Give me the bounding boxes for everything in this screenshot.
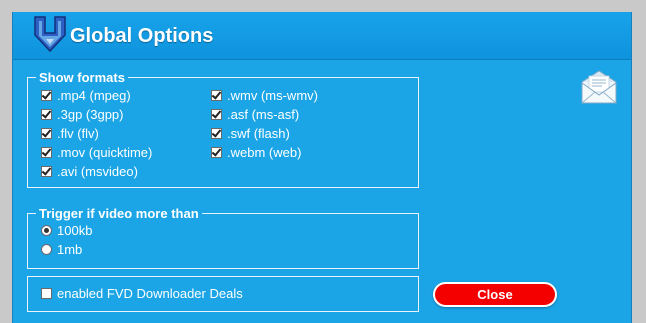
checkbox-box[interactable] (211, 90, 222, 101)
global-options-window: Global Options Show formats .mp4 (mpeg) … (12, 12, 632, 323)
format-label: .avi (msvideo) (57, 164, 138, 179)
format-avi-checkbox[interactable]: .avi (msvideo) (41, 164, 138, 179)
format-wmv-checkbox[interactable]: .wmv (ms-wmv) (211, 88, 318, 103)
format-label: .wmv (ms-wmv) (227, 88, 318, 103)
checkbox-box[interactable] (211, 128, 222, 139)
format-flv-checkbox[interactable]: .flv (flv) (41, 126, 99, 141)
format-webm-checkbox[interactable]: .webm (web) (211, 145, 301, 160)
radio-label: 100kb (57, 223, 93, 238)
checkbox-box[interactable] (41, 288, 52, 299)
title-bar: Global Options (13, 12, 631, 60)
checkbox-box[interactable] (41, 147, 52, 158)
format-label: .swf (flash) (227, 126, 290, 141)
deals-checkbox[interactable]: enabled FVD Downloader Deals (41, 286, 243, 301)
format-label: .flv (flv) (57, 126, 99, 141)
show-formats-legend: Show formats (39, 70, 125, 85)
checkbox-box[interactable] (41, 128, 52, 139)
format-3gp-checkbox[interactable]: .3gp (3gpp) (41, 107, 124, 122)
close-button[interactable]: Close (433, 282, 557, 307)
checkbox-box[interactable] (41, 109, 52, 120)
trigger-1mb-radio[interactable]: 1mb (41, 242, 82, 257)
checkbox-box[interactable] (41, 90, 52, 101)
format-mp4-checkbox[interactable]: .mp4 (mpeg) (41, 88, 131, 103)
trigger-size-legend: Trigger if video more than (39, 206, 199, 221)
checkbox-box[interactable] (211, 109, 222, 120)
download-arrow-icon (31, 15, 69, 55)
format-asf-checkbox[interactable]: .asf (ms-asf) (211, 107, 299, 122)
envelope-icon[interactable] (580, 69, 618, 107)
format-label: .mp4 (mpeg) (57, 88, 131, 103)
format-label: .webm (web) (227, 145, 302, 160)
checkbox-box[interactable] (41, 166, 52, 177)
trigger-100kb-radio[interactable]: 100kb (41, 223, 92, 238)
format-label: .mov (quicktime) (57, 145, 153, 160)
window-title: Global Options (70, 25, 214, 47)
format-swf-checkbox[interactable]: .swf (flash) (211, 126, 290, 141)
radio-button[interactable] (41, 244, 52, 255)
format-label: .asf (ms-asf) (227, 107, 300, 122)
format-mov-checkbox[interactable]: .mov (quicktime) (41, 145, 152, 160)
radio-button[interactable] (41, 225, 52, 236)
deals-label: enabled FVD Downloader Deals (57, 286, 243, 301)
checkbox-box[interactable] (211, 147, 222, 158)
radio-label: 1mb (57, 242, 83, 257)
format-label: .3gp (3gpp) (57, 107, 124, 122)
